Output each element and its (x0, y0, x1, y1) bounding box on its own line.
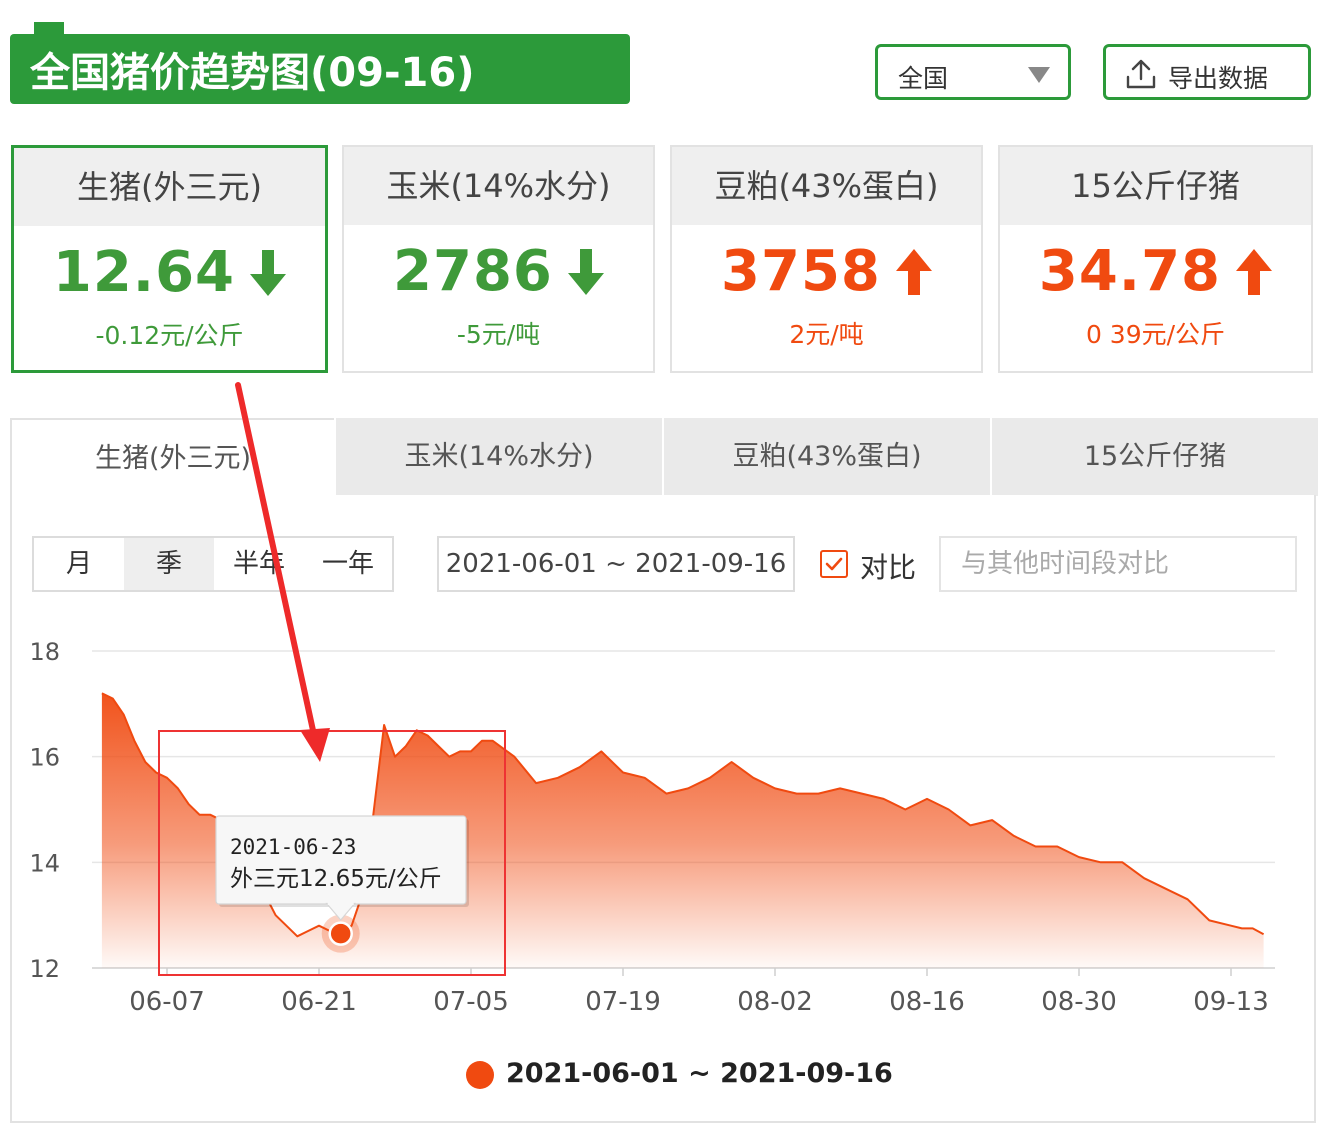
x-tick-label: 09-13 (1193, 987, 1269, 1017)
y-tick-label: 12 (29, 955, 60, 983)
legend-marker (466, 1061, 494, 1089)
x-tick-label: 06-07 (129, 987, 205, 1017)
y-tick-label: 16 (29, 744, 60, 772)
annotation-arrow-shaft (235, 382, 317, 738)
y-tick-label: 14 (29, 849, 60, 877)
y-tick-label: 18 (29, 638, 60, 666)
x-tick-label: 06-21 (281, 987, 357, 1017)
legend-series-label: 2021-06-01 ~ 2021-09-16 (506, 1058, 893, 1089)
tooltip-date: 2021-06-23 (230, 835, 356, 859)
tooltip-pointer-mask (327, 901, 354, 905)
x-tick-label: 08-02 (737, 987, 813, 1017)
tooltip-marker[interactable] (328, 921, 353, 946)
x-tick-label: 07-05 (433, 987, 509, 1017)
tooltip-value: 外三元12.65元/公斤 (230, 866, 442, 892)
price-trend-chart: 12 14 16 18 06-07 06-21 07-05 07-19 08-02 08-16 08… (29, 382, 1275, 1017)
x-tick-label: 07-19 (585, 987, 661, 1017)
x-tick-label: 08-30 (1041, 987, 1117, 1017)
x-tick-label: 08-16 (889, 987, 965, 1017)
